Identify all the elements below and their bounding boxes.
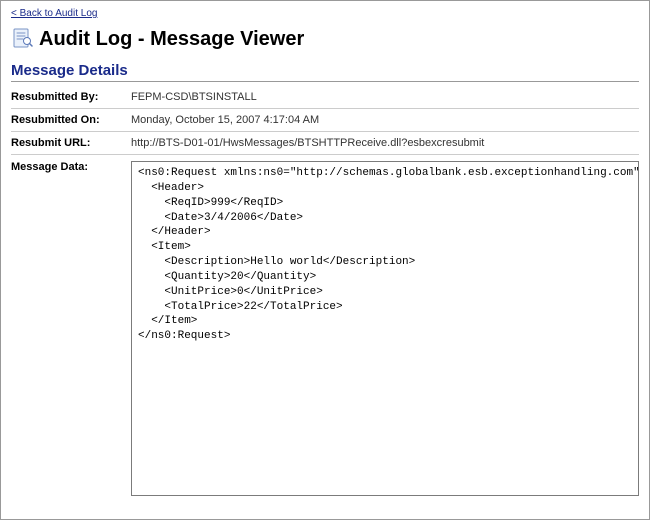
resubmitted-on-label: Resubmitted On:	[11, 114, 131, 126]
resubmitted-on-row: Resubmitted On: Monday, October 15, 2007…	[11, 109, 639, 132]
message-data-label: Message Data:	[11, 161, 131, 173]
page-title: Audit Log - Message Viewer	[39, 28, 304, 51]
message-data-textarea[interactable]	[131, 161, 639, 496]
resubmitted-by-row: Resubmitted By: FEPM-CSD\BTSINSTALL	[11, 86, 639, 109]
resubmit-url-label: Resubmit URL:	[11, 137, 131, 149]
resubmitted-by-value: FEPM-CSD\BTSINSTALL	[131, 91, 639, 103]
audit-log-icon	[11, 27, 33, 52]
message-data-row: Message Data:	[11, 155, 639, 504]
back-to-audit-log-link[interactable]: < Back to Audit Log	[11, 8, 97, 19]
resubmitted-on-value: Monday, October 15, 2007 4:17:04 AM	[131, 114, 639, 126]
resubmitted-by-label: Resubmitted By:	[11, 91, 131, 103]
section-title: Message Details	[11, 62, 639, 82]
resubmit-url-row: Resubmit URL: http://BTS-D01-01/HwsMessa…	[11, 132, 639, 155]
page-title-row: Audit Log - Message Viewer	[11, 27, 639, 52]
resubmit-url-value: http://BTS-D01-01/HwsMessages/BTSHTTPRec…	[131, 137, 639, 149]
